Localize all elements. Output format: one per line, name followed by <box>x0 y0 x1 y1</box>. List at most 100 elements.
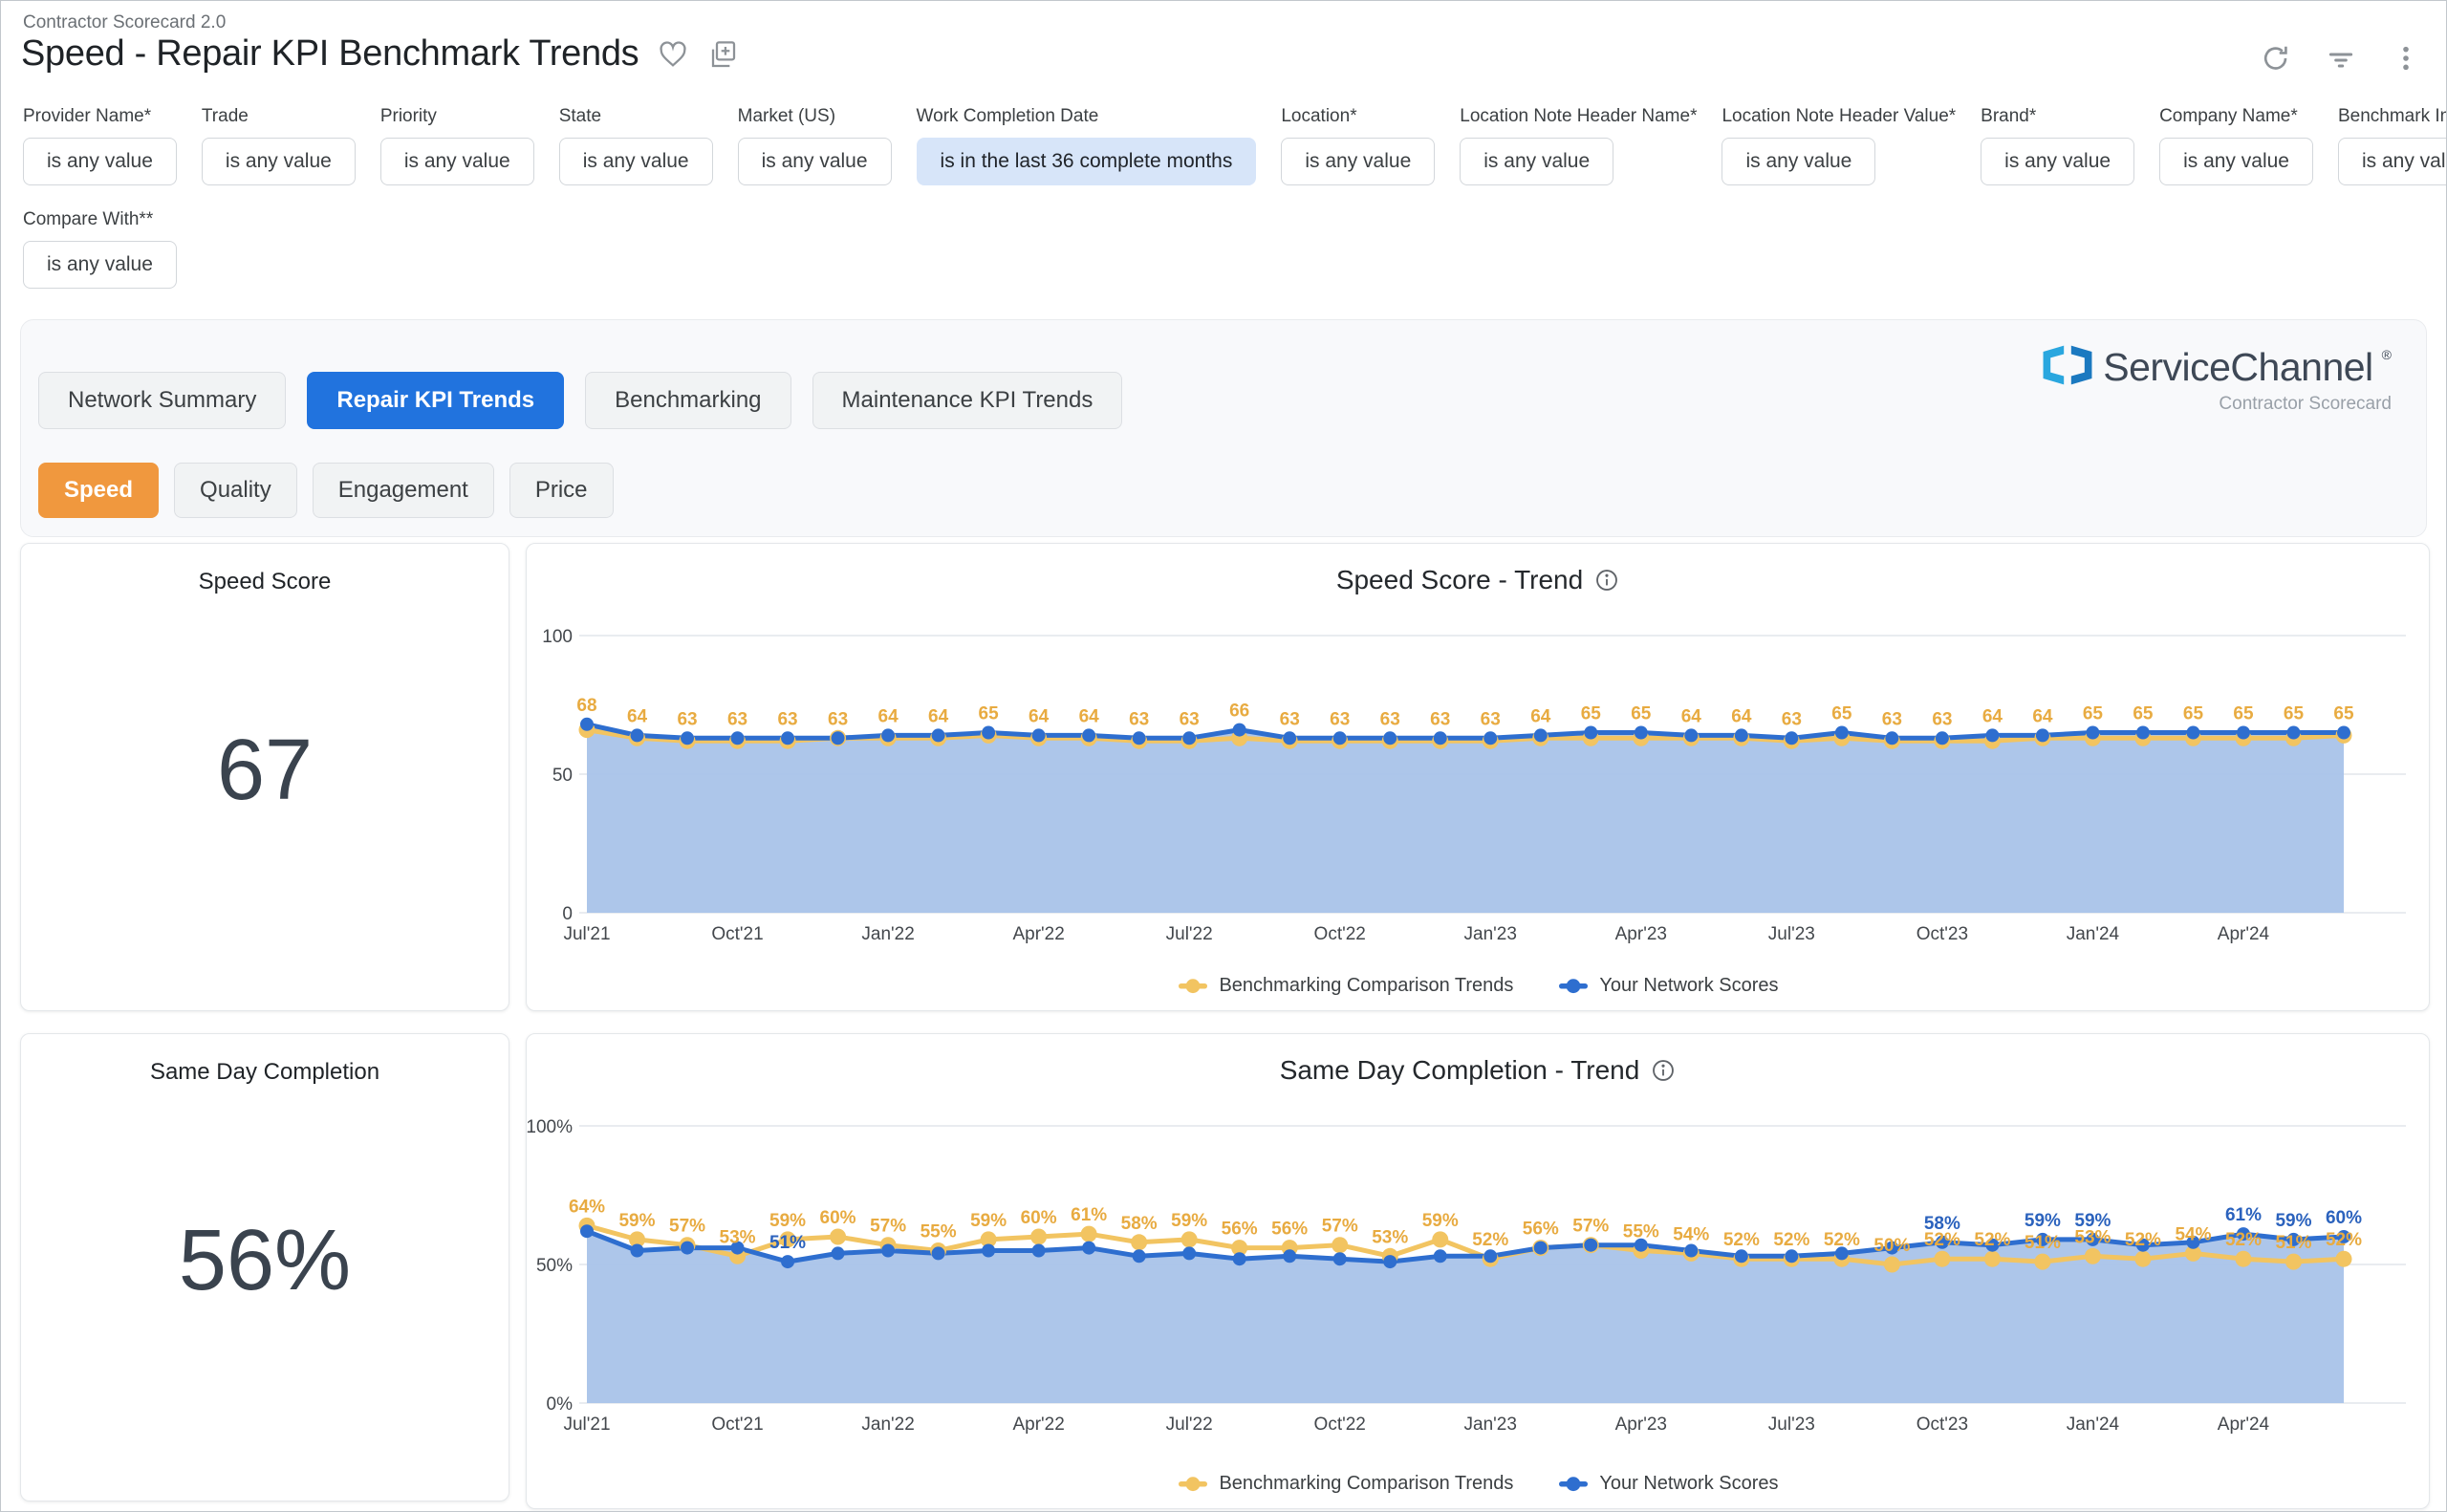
svg-text:100: 100 <box>542 627 573 647</box>
filter-state: State is any value <box>558 106 713 185</box>
svg-text:50: 50 <box>552 766 573 786</box>
filter-location: Location* is any value <box>1281 106 1436 185</box>
legend-item-your-network-scores[interactable]: Your Network Scores <box>1557 1473 1779 1495</box>
info-icon[interactable] <box>1594 568 1619 593</box>
filter-label: Provider Name* <box>23 106 152 126</box>
filter-brand: Brand* is any value <box>1981 106 2135 185</box>
favorite-heart-icon[interactable] <box>658 39 688 70</box>
legend-label: Benchmarking Comparison Trends <box>1219 975 1514 996</box>
filter-value-box[interactable]: is any value <box>2337 138 2446 185</box>
svg-text:64: 64 <box>2032 706 2053 726</box>
tab-quality[interactable]: Quality <box>174 463 297 518</box>
filter-value-box[interactable]: is any value <box>1981 138 2135 185</box>
filter-value-box[interactable]: is in the last 36 complete months <box>916 138 1257 185</box>
speed-score-value: 67 <box>216 723 314 818</box>
svg-text:59%: 59% <box>769 1211 806 1231</box>
chart-title: Same Day Completion - Trend <box>1279 1055 1640 1085</box>
svg-text:50%: 50% <box>1873 1236 1910 1256</box>
filter-value-box[interactable]: is any value <box>2159 138 2313 185</box>
kebab-menu-icon[interactable] <box>2391 43 2421 74</box>
filter-value-box[interactable]: is any value <box>23 241 177 289</box>
svg-text:Jul'21: Jul'21 <box>563 1415 610 1435</box>
legend-item-benchmarking-comparison-trends[interactable]: Benchmarking Comparison Trends <box>1177 975 1513 997</box>
tab-network-summary[interactable]: Network Summary <box>38 372 287 429</box>
svg-text:63: 63 <box>1380 709 1400 729</box>
svg-text:Oct'21: Oct'21 <box>711 924 763 944</box>
legend-marker <box>1559 1477 1589 1492</box>
svg-text:65: 65 <box>2284 704 2305 724</box>
tab-benchmarking[interactable]: Benchmarking <box>585 372 791 429</box>
filter-priority: Priority is any value <box>379 106 534 185</box>
svg-text:63: 63 <box>828 709 848 729</box>
page-title: Speed - Repair KPI Benchmark Trends <box>21 33 639 74</box>
svg-text:Apr'24: Apr'24 <box>2218 924 2270 944</box>
breadcrumb[interactable]: Contractor Scorecard 2.0 <box>23 12 226 33</box>
filter-label: Location Note Header Value* <box>1722 106 1957 126</box>
legend-item-benchmarking-comparison-trends[interactable]: Benchmarking Comparison Trends <box>1177 1473 1513 1495</box>
svg-text:63: 63 <box>1782 709 1802 729</box>
svg-text:57%: 57% <box>1322 1217 1358 1237</box>
info-icon[interactable] <box>1651 1058 1676 1083</box>
svg-text:Jul'22: Jul'22 <box>1166 1415 1213 1435</box>
tab-section: Network Summary Repair KPI Trends Benchmar… <box>20 319 2427 537</box>
speed-score-tile: Speed Score 67 <box>20 543 509 1011</box>
svg-text:65: 65 <box>979 704 1000 724</box>
svg-text:52%: 52% <box>2225 1230 2262 1250</box>
filter-compare-with: Compare With** is any value <box>23 209 177 289</box>
svg-text:Apr'22: Apr'22 <box>1012 1415 1064 1435</box>
filter-company-name: Company Name* is any value <box>2159 106 2313 185</box>
same-day-trend-chart[interactable]: 0% 50% 100% Jul'21 Oct'21 Jan'22 Apr'22 Jul'22 O… <box>527 1091 2431 1447</box>
svg-text:58%: 58% <box>1924 1214 1960 1234</box>
svg-text:63: 63 <box>777 709 797 729</box>
svg-text:61%: 61% <box>1071 1205 1107 1225</box>
svg-text:63: 63 <box>1481 709 1501 729</box>
svg-text:Jan'22: Jan'22 <box>861 1415 914 1435</box>
filter-value-box[interactable]: is any value <box>201 138 356 185</box>
servicechannel-logo: ServiceChannel ® Contractor Scorecard <box>2041 343 2392 415</box>
svg-text:Jan'23: Jan'23 <box>1464 924 1517 944</box>
filter-location-note-header-value: Location Note Header Value* is any value <box>1722 106 1956 185</box>
logo-subtitle: Contractor Scorecard <box>2219 394 2392 414</box>
svg-text:64: 64 <box>1079 706 1100 726</box>
legend-marker <box>1179 1477 1208 1492</box>
filter-value-box[interactable]: is any value <box>1460 138 1614 185</box>
legend-marker <box>1559 979 1589 994</box>
svg-text:58%: 58% <box>1121 1214 1158 1234</box>
tab-maintenance-kpi-trends[interactable]: Maintenance KPI Trends <box>812 372 1123 429</box>
legend-label: Your Network Scores <box>1599 975 1779 996</box>
filter-value-box[interactable]: is any value <box>1281 138 1436 185</box>
filter-value-box[interactable]: is any value <box>23 138 177 185</box>
filter-value-box[interactable]: is any value <box>1722 138 1876 185</box>
svg-text:68: 68 <box>576 696 596 716</box>
tab-price[interactable]: Price <box>509 463 614 518</box>
tab-engagement[interactable]: Engagement <box>312 463 494 518</box>
same-day-trend-card: Same Day Completion - Trend 0% 50% 100% Jul… <box>526 1033 2430 1509</box>
filter-icon[interactable] <box>2326 43 2356 74</box>
svg-text:64: 64 <box>928 706 949 726</box>
refresh-icon[interactable] <box>2261 43 2291 74</box>
svg-text:63: 63 <box>1280 709 1300 729</box>
svg-text:55%: 55% <box>1623 1222 1659 1242</box>
tab-repair-kpi-trends[interactable]: Repair KPI Trends <box>307 372 565 429</box>
svg-text:0: 0 <box>562 904 573 924</box>
logo-brand-text: ServiceChannel <box>2103 345 2373 389</box>
filter-value-box[interactable]: is any value <box>558 138 713 185</box>
svg-text:51%: 51% <box>2025 1233 2061 1253</box>
svg-text:52%: 52% <box>2125 1230 2161 1250</box>
chart-title: Speed Score - Trend <box>1335 565 1584 594</box>
svg-text:63: 63 <box>1430 709 1450 729</box>
svg-text:65: 65 <box>2333 704 2354 724</box>
filter-label: Trade <box>201 106 249 126</box>
filter-value-box[interactable]: is any value <box>379 138 534 185</box>
svg-text:63: 63 <box>677 709 697 729</box>
copy-to-board-icon[interactable] <box>707 39 738 70</box>
tab-speed[interactable]: Speed <box>38 463 160 518</box>
svg-text:56%: 56% <box>1222 1220 1258 1240</box>
primary-tabs: Network Summary Repair KPI Trends Benchmar… <box>38 372 1123 429</box>
speed-trend-chart[interactable]: 0 50 100 Jul'21 Oct'21 Jan'22 Apr'22 Jul'22 Oct'… <box>527 601 2431 957</box>
svg-text:Apr'24: Apr'24 <box>2218 1415 2270 1435</box>
svg-text:60%: 60% <box>820 1208 856 1228</box>
svg-text:Oct'22: Oct'22 <box>1314 1415 1366 1435</box>
filter-value-box[interactable]: is any value <box>737 138 892 185</box>
legend-item-your-network-scores[interactable]: Your Network Scores <box>1557 975 1779 997</box>
